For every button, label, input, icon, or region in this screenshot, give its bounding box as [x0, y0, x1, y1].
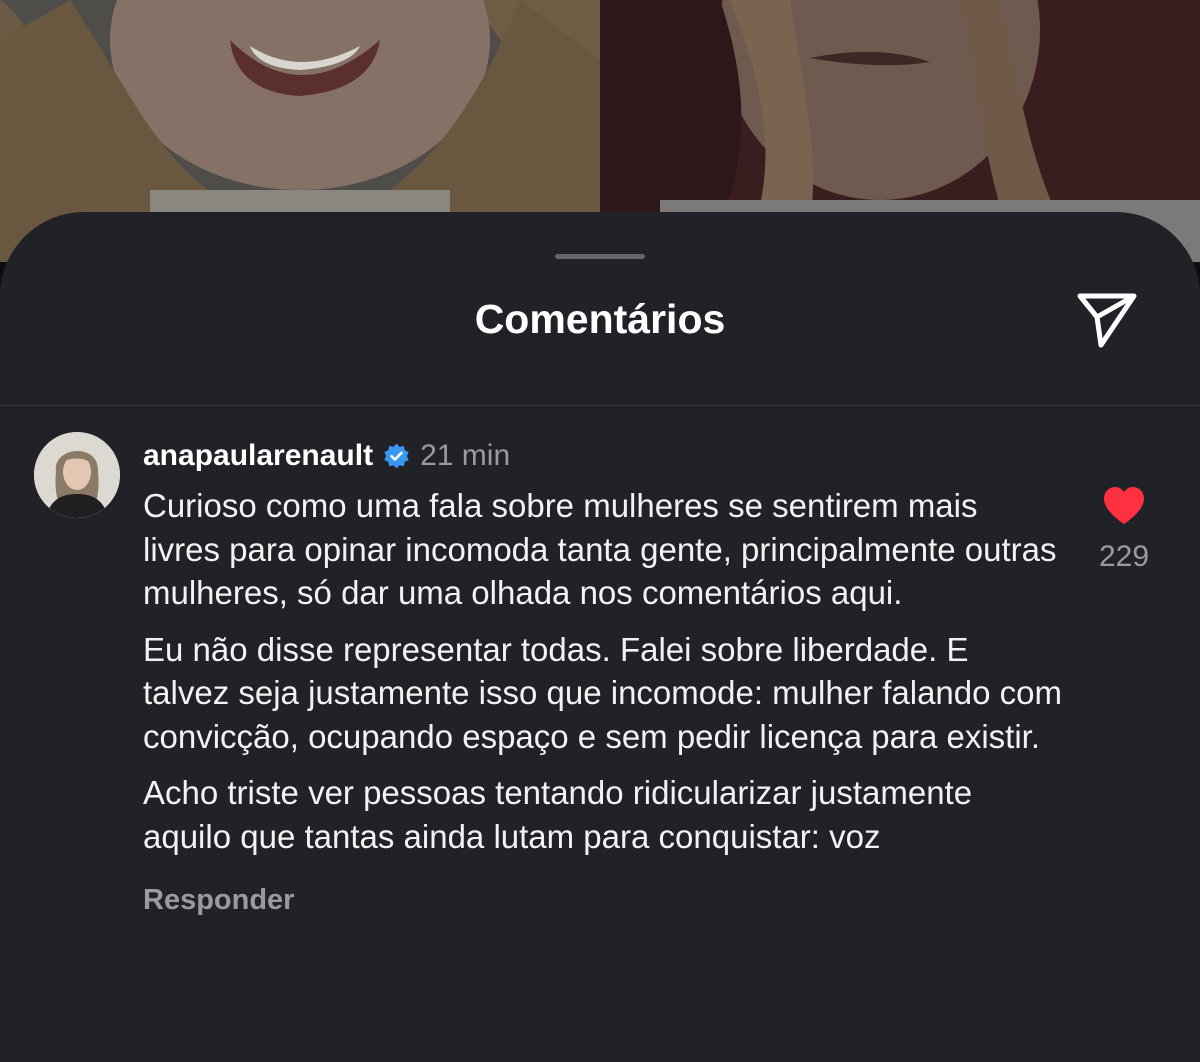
instagram-comments-screen: Comentários anapaularenault 21 min Curio… — [0, 0, 1200, 1062]
heart-icon[interactable] — [1101, 484, 1147, 526]
share-button[interactable] — [1070, 288, 1144, 352]
reply-button[interactable]: Responder — [143, 884, 294, 917]
comment-paragraph: Eu não disse representar todas. Falei so… — [143, 630, 1062, 755]
comment-body: anapaularenault 21 min Curioso como uma … — [143, 434, 1063, 917]
comment-paragraph: Curioso como uma fala sobre mulheres se … — [143, 487, 1057, 611]
username[interactable]: anapaularenault — [143, 439, 373, 473]
comment-paragraph: Acho triste ver pessoas tentando ridicul… — [143, 774, 973, 855]
header-divider — [0, 405, 1200, 406]
sheet-title: Comentários — [474, 296, 726, 342]
comment-header: anapaularenault 21 min — [143, 434, 1063, 478]
verified-badge-icon — [383, 443, 410, 470]
comment-time: 21 min — [420, 439, 511, 472]
like-count: 229 — [1098, 540, 1150, 573]
avatar[interactable] — [34, 432, 120, 518]
drag-handle[interactable] — [555, 254, 645, 259]
send-icon — [1077, 293, 1137, 348]
comments-sheet: Comentários anapaularenault 21 min Curio… — [0, 212, 1200, 1062]
like-column: 229 — [1080, 484, 1168, 574]
